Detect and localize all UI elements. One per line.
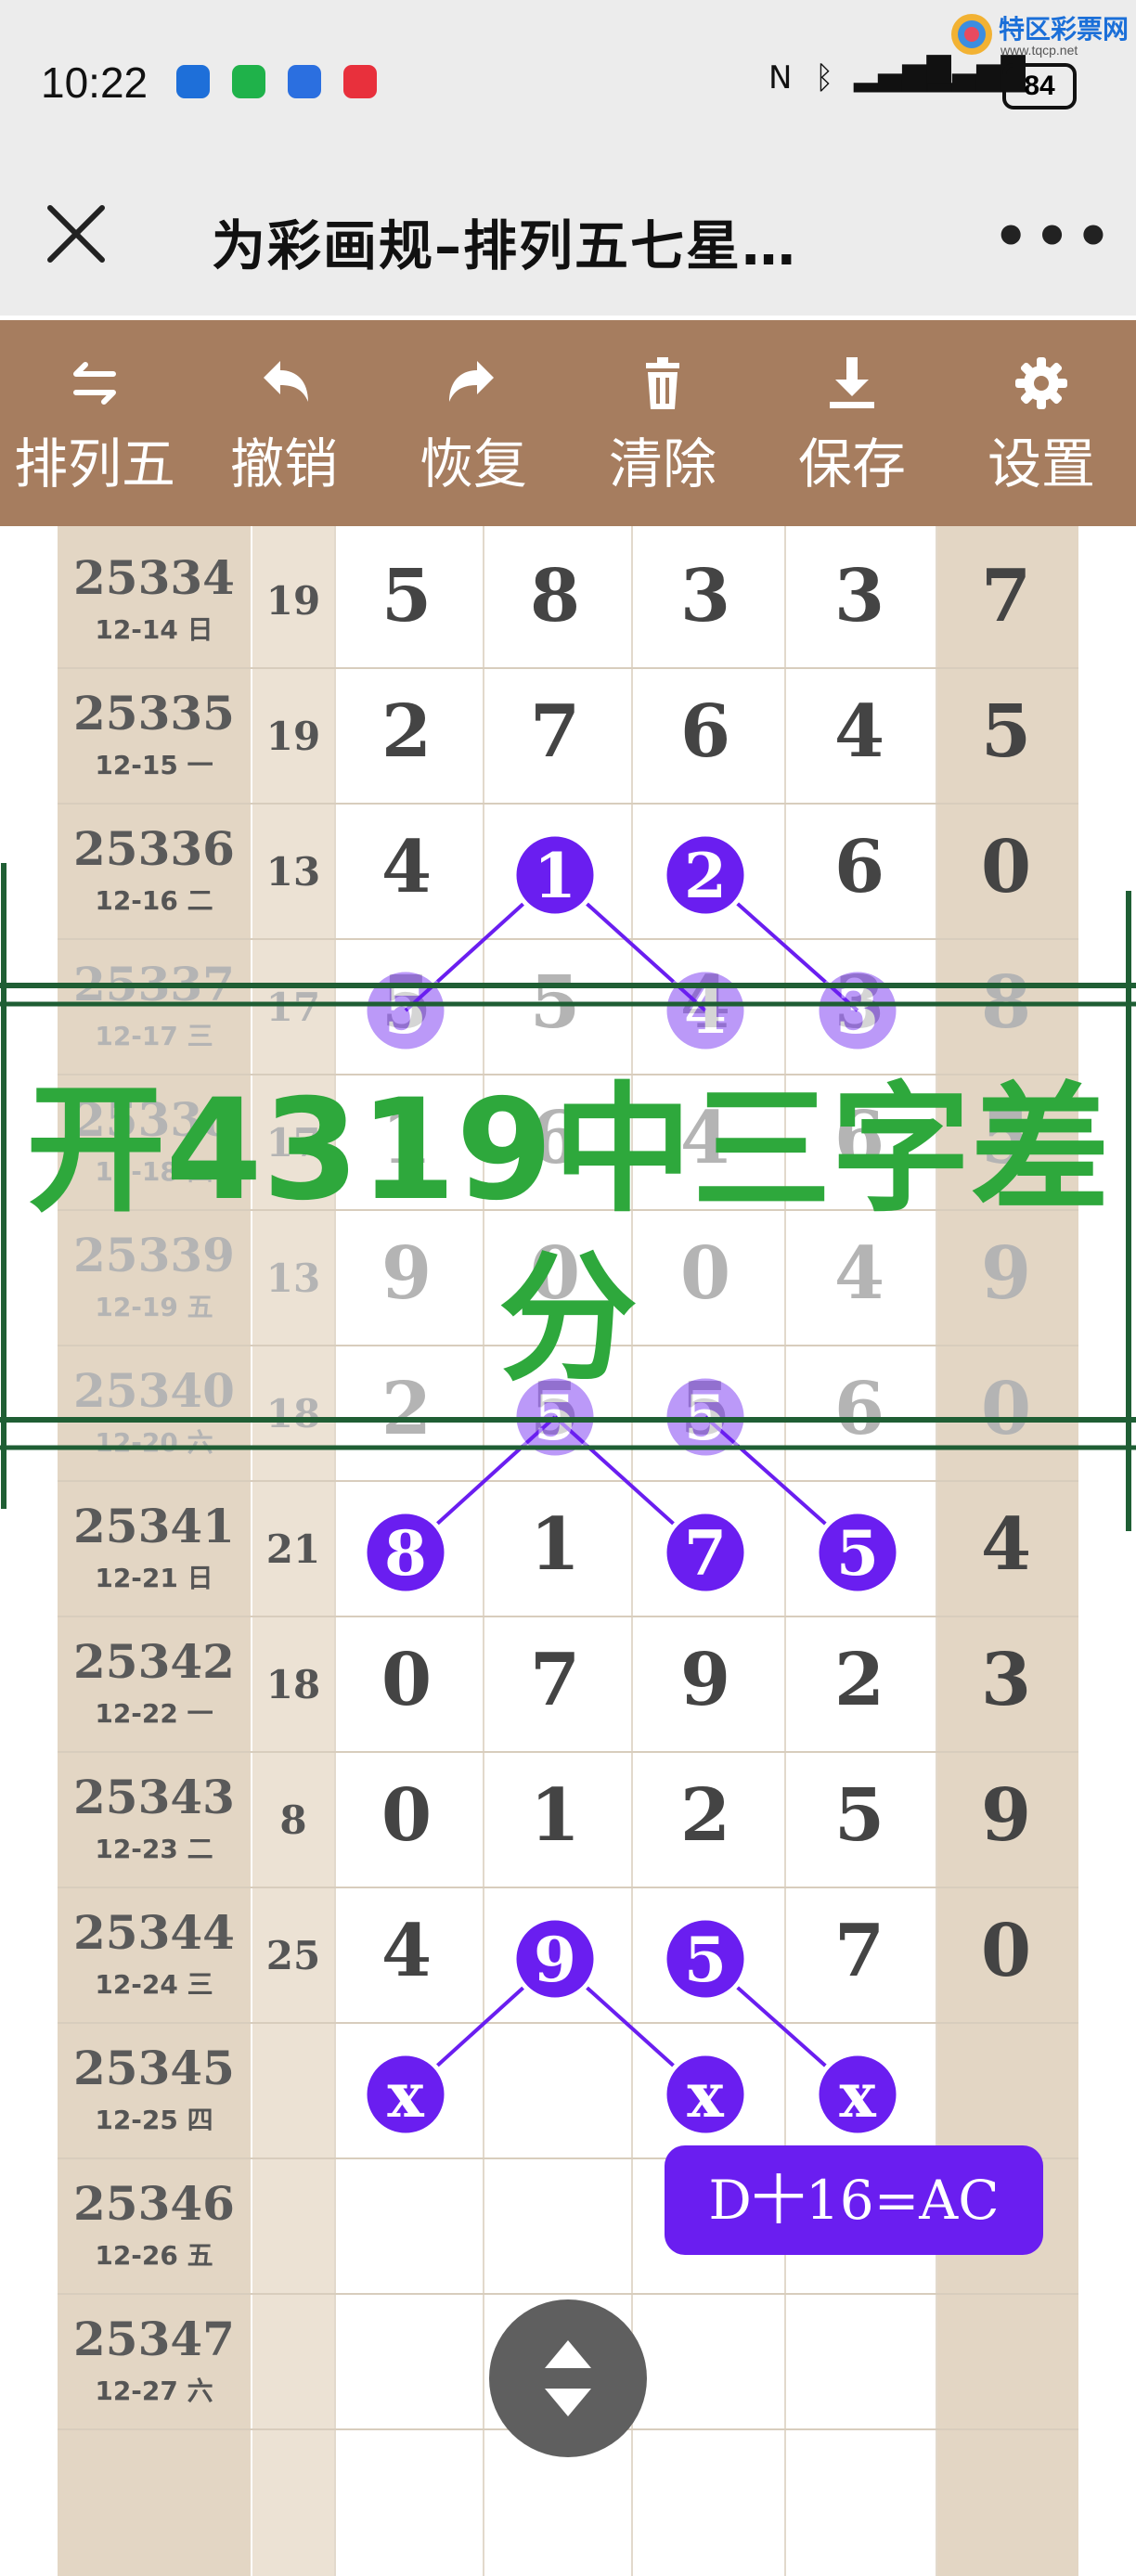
banner-line-2: 分 — [497, 1239, 638, 1400]
scroll-toggle-button[interactable] — [489, 2299, 647, 2457]
up-down-arrows-icon — [545, 2340, 591, 2416]
formula-badge: D十16=AC — [665, 2145, 1043, 2255]
